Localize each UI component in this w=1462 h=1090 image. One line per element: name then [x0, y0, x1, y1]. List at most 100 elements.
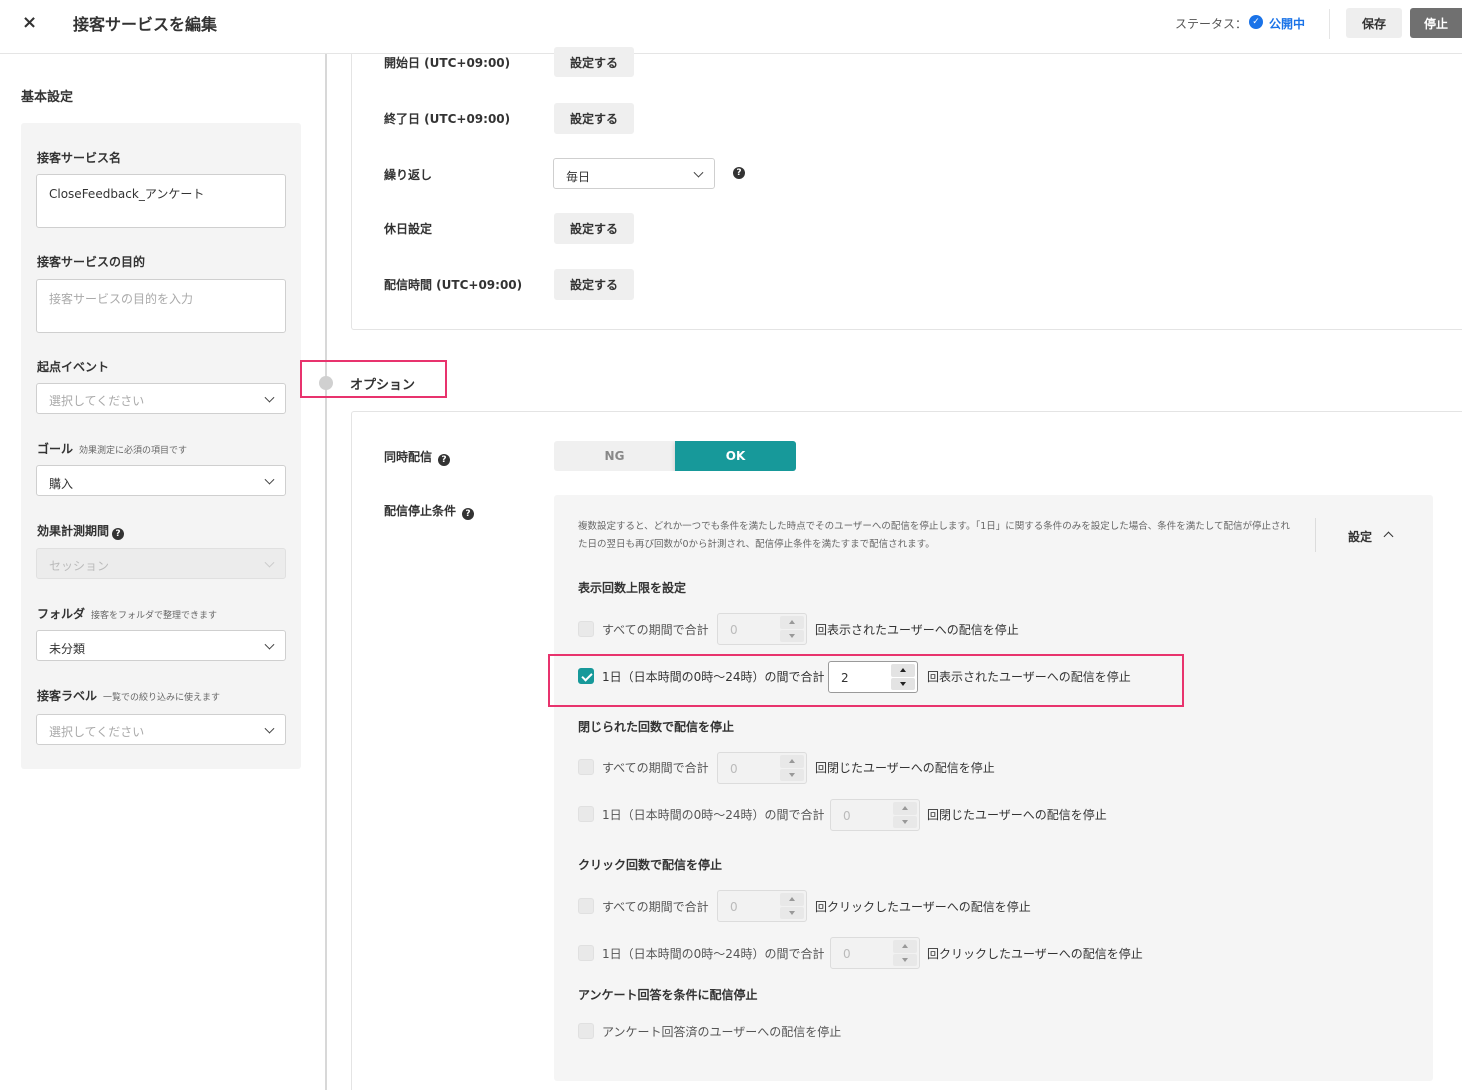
close-limit-title: 閉じられた回数で配信を停止	[578, 720, 735, 734]
display-day-suffix: 回表示されたユーザーへの配信を停止	[927, 670, 1131, 684]
tag-label: 接客ラベル 一覧での絞り込みに使えます	[37, 689, 221, 703]
display-day-label: 1日（日本時間の0時〜24時）の間で合計	[602, 670, 825, 684]
survey-label: アンケート回答済のユーザーへの配信を停止	[602, 1025, 842, 1039]
close-day-suffix: 回閉じたユーザーへの配信を停止	[927, 808, 1107, 822]
help-icon[interactable]: ?	[733, 167, 745, 179]
help-icon[interactable]: ?	[438, 454, 451, 466]
chevron-down-icon	[693, 167, 704, 178]
click-day-suffix: 回クリックしたユーザーへの配信を停止	[927, 947, 1143, 961]
click-day-checkbox[interactable]	[578, 945, 594, 961]
settings-collapse-toggle[interactable]: 設定	[1348, 528, 1372, 545]
help-icon[interactable]: ?	[462, 508, 475, 520]
stepper	[780, 893, 804, 919]
trigger-event-select[interactable]: 選択してください	[36, 383, 286, 414]
measure-period-label: 効果計測期間?	[37, 522, 125, 540]
goal-label: ゴール 効果測定に必須の項目です	[37, 442, 188, 456]
repeat-label: 繰り返し	[384, 168, 433, 182]
chevron-down-icon	[264, 639, 275, 650]
display-day-number-input[interactable]: 2	[828, 661, 918, 693]
display-limit-title: 表示回数上限を設定	[578, 581, 687, 595]
click-day-label: 1日（日本時間の0時〜24時）の間で合計	[602, 947, 825, 961]
stepper-down-icon[interactable]	[891, 677, 915, 690]
service-name-input[interactable]: CloseFeedback_アンケート	[36, 174, 286, 228]
folder-label: フォルダ 接客をフォルダで整理できます	[37, 607, 218, 621]
stepper-up-icon	[893, 940, 917, 953]
click-all-label: すべての期間で合計	[602, 900, 709, 914]
close-day-number-input: 0	[830, 799, 920, 831]
survey-title: アンケート回答を条件に配信停止	[578, 988, 758, 1002]
stepper-down-icon	[780, 629, 804, 642]
stepper-down-icon	[893, 953, 917, 966]
stop-condition-description: 複数設定すると、どれか一つでも条件を満たした時点でそのユーザーへの配信を停止しま…	[578, 521, 1290, 550]
measure-period-select: セッション	[36, 548, 286, 579]
concurrent-label: 同時配信?	[384, 448, 451, 466]
display-all-checkbox[interactable]	[578, 621, 594, 637]
purpose-input[interactable]: 接客サービスの目的を入力	[36, 279, 286, 333]
toggle-ng-button[interactable]: NG	[554, 441, 675, 471]
stepper-down-icon	[780, 906, 804, 919]
service-name-label: 接客サービス名	[37, 151, 122, 165]
holiday-label: 休日設定	[384, 222, 433, 236]
folder-select[interactable]: 未分類	[36, 630, 286, 661]
delivery-time-set-button[interactable]: 設定する	[554, 269, 634, 300]
stepper-up-icon	[893, 802, 917, 815]
stepper-down-icon	[780, 768, 804, 781]
survey-checkbox[interactable]	[578, 1023, 594, 1039]
goal-select[interactable]: 購入	[36, 465, 286, 496]
display-all-suffix: 回表示されたユーザーへの配信を停止	[815, 623, 1019, 637]
display-all-number-input: 0	[717, 613, 807, 645]
repeat-select[interactable]: 毎日	[553, 158, 715, 189]
tag-select[interactable]: 選択してください	[36, 714, 286, 745]
save-button[interactable]: 保存	[1346, 8, 1402, 38]
tag-note: 一覧での絞り込みに使えます	[103, 693, 221, 703]
click-all-number-input: 0	[717, 890, 807, 922]
help-icon[interactable]: ?	[112, 528, 125, 540]
stepper-up-icon	[780, 616, 804, 629]
check-circle-icon: ✓	[1249, 15, 1263, 29]
stepper-up-icon	[780, 755, 804, 768]
click-all-checkbox[interactable]	[578, 898, 594, 914]
close-day-checkbox[interactable]	[578, 806, 594, 822]
stepper-up-icon[interactable]	[891, 664, 915, 677]
start-date-set-button[interactable]: 設定する	[554, 47, 634, 77]
stepper	[893, 940, 917, 966]
timeline-line	[325, 54, 327, 1090]
close-icon[interactable]: ×	[22, 12, 37, 33]
stop-button[interactable]: 停止	[1410, 8, 1462, 38]
folder-note: 接客をフォルダで整理できます	[91, 611, 218, 621]
end-date-set-button[interactable]: 設定する	[554, 103, 634, 134]
stepper	[780, 616, 804, 642]
concurrent-toggle: NG OK	[554, 441, 796, 471]
end-date-label: 終了日 (UTC+09:00)	[384, 112, 511, 126]
page-title: 接客サービスを編集	[73, 15, 218, 34]
status-value[interactable]: 公開中	[1269, 15, 1305, 32]
settings-divider	[1315, 518, 1316, 552]
goal-note: 効果測定に必須の項目です	[79, 446, 188, 456]
chevron-down-icon	[264, 723, 275, 734]
display-day-checkbox[interactable]	[578, 668, 594, 684]
option-title: オプション	[350, 378, 416, 393]
chevron-down-icon	[264, 392, 275, 403]
click-day-number-input: 0	[830, 937, 920, 969]
stepper-up-icon	[780, 893, 804, 906]
close-all-checkbox[interactable]	[578, 759, 594, 775]
close-day-label: 1日（日本時間の0時〜24時）の間で合計	[602, 808, 825, 822]
holiday-set-button[interactable]: 設定する	[554, 213, 634, 244]
header-bar: × 接客サービスを編集 ステータス： ✓ 公開中 保存 停止	[0, 0, 1462, 54]
close-all-number-input: 0	[717, 752, 807, 784]
purpose-label: 接客サービスの目的	[37, 255, 146, 269]
close-all-label: すべての期間で合計	[602, 761, 709, 775]
toggle-ok-button[interactable]: OK	[675, 441, 796, 471]
timeline-dot	[319, 376, 333, 390]
header-divider	[1329, 9, 1330, 39]
chevron-down-icon	[264, 474, 275, 485]
status-label: ステータス：	[1175, 17, 1248, 31]
stepper-down-icon	[893, 815, 917, 828]
click-limit-title: クリック回数で配信を停止	[578, 858, 723, 872]
click-all-suffix: 回クリックしたユーザーへの配信を停止	[815, 900, 1031, 914]
stepper[interactable]	[891, 664, 915, 690]
stepper	[893, 802, 917, 828]
stop-condition-label: 配信停止条件?	[384, 502, 475, 520]
trigger-event-label: 起点イベント	[37, 360, 110, 374]
start-date-label: 開始日 (UTC+09:00)	[384, 56, 511, 70]
